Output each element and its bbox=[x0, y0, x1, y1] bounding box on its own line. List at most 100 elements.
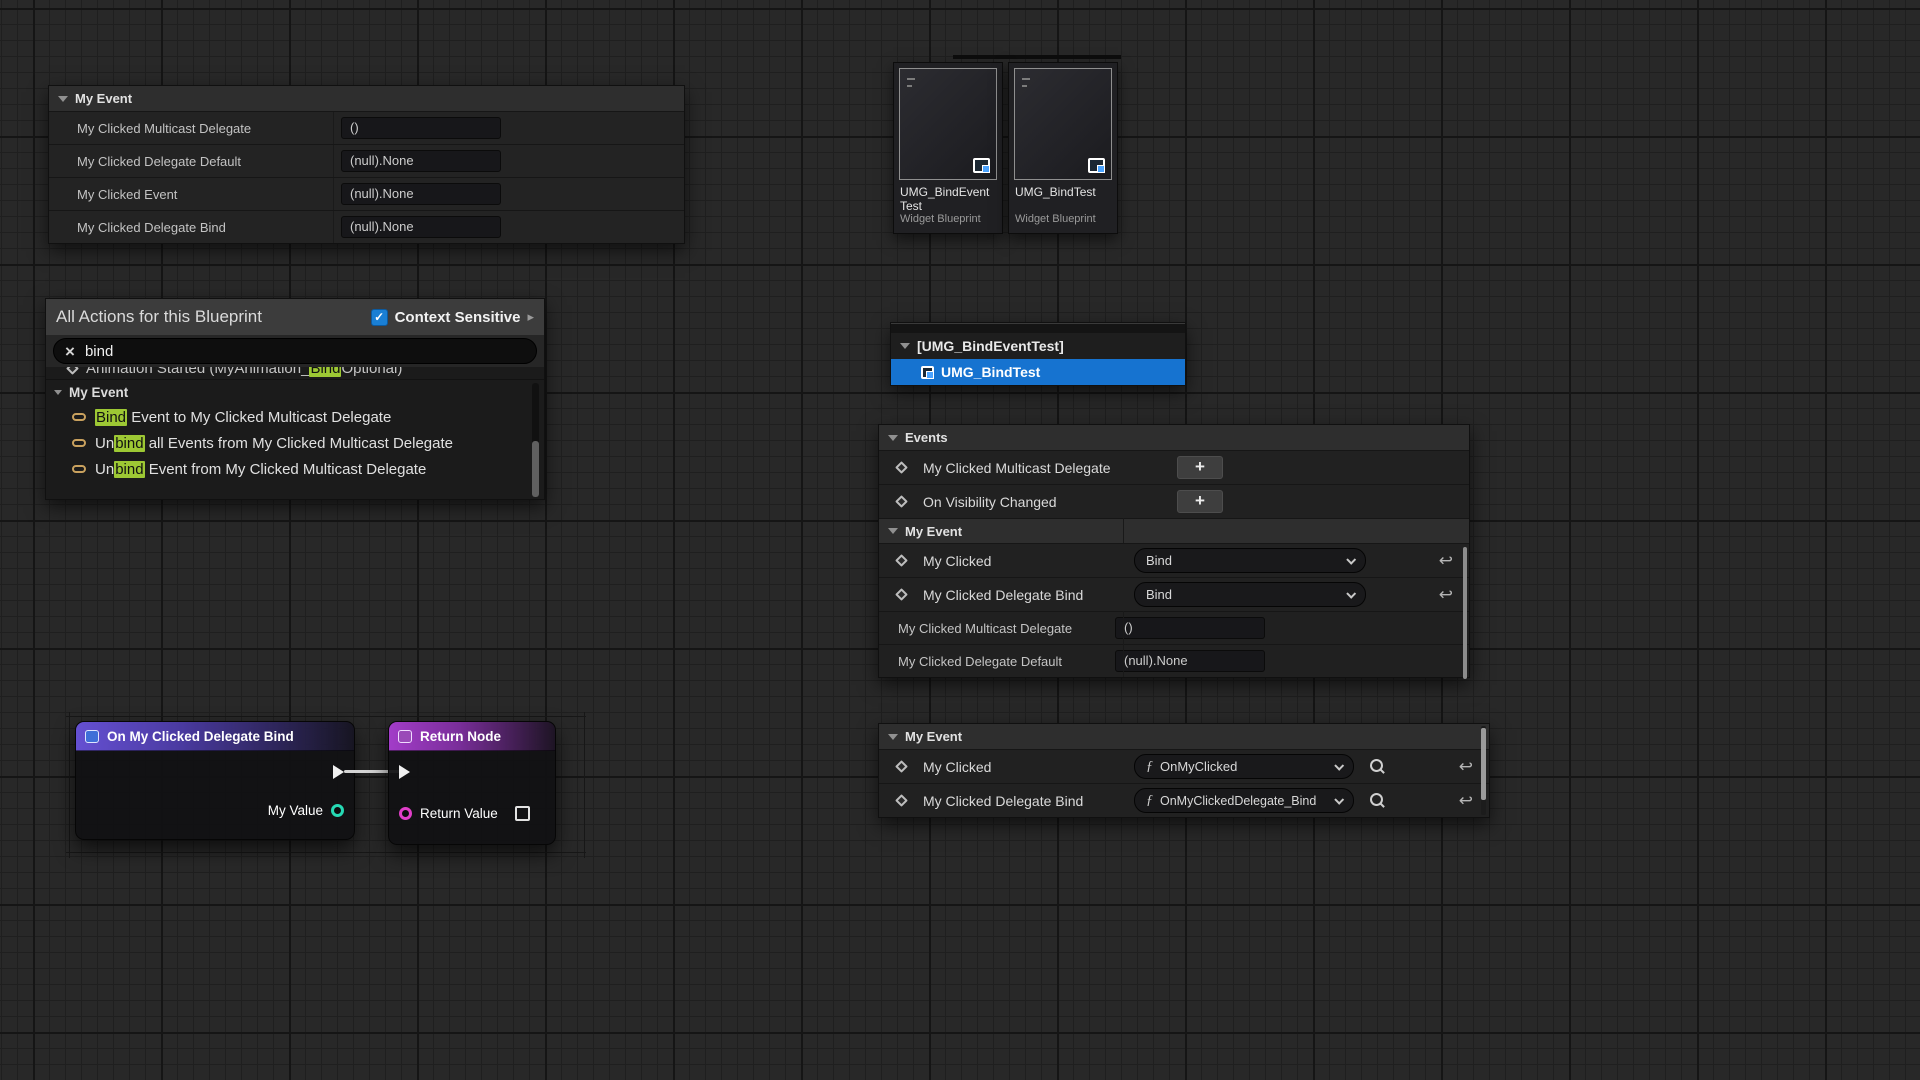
event-row: My Clicked Multicast Delegate + bbox=[879, 450, 1469, 484]
property-label: My Clicked Multicast Delegate bbox=[879, 621, 1115, 636]
bound-function-dropdown[interactable]: ƒ OnMyClicked bbox=[1134, 754, 1354, 779]
asset-type: Widget Blueprint bbox=[894, 213, 1002, 233]
asset-type: Widget Blueprint bbox=[1009, 213, 1117, 233]
property-value-field[interactable]: (null).None bbox=[341, 150, 501, 172]
grid-guide-line bbox=[584, 712, 585, 858]
node-on-my-clicked-delegate-bind[interactable]: On My Clicked Delegate Bind My Value bbox=[75, 721, 355, 840]
node-return-node[interactable]: Return Node Return Value bbox=[388, 721, 556, 845]
bound-event-row: My Clicked ƒ OnMyClicked ↩ bbox=[879, 749, 1489, 783]
return-value-input-pin[interactable] bbox=[399, 807, 412, 820]
action-item-bind-event[interactable]: Bind Event to My Clicked Multicast Deleg… bbox=[46, 404, 544, 430]
browse-to-function-icon[interactable] bbox=[1370, 759, 1386, 775]
search-query-text: bind bbox=[85, 343, 113, 360]
event-label: On Visibility Changed bbox=[923, 494, 1177, 510]
property-label: My Clicked Delegate Bind bbox=[49, 220, 333, 235]
scrollbar-thumb[interactable] bbox=[532, 441, 539, 497]
collapse-arrow-icon bbox=[888, 435, 898, 441]
clipped-list-item[interactable]: Animation Started (MyAnimation_BindOptio… bbox=[46, 367, 544, 380]
property-value-field[interactable]: (null).None bbox=[1115, 650, 1265, 672]
delegate-pin-icon bbox=[72, 439, 86, 447]
reset-to-default-icon[interactable]: ↩ bbox=[1439, 586, 1453, 603]
clear-search-icon[interactable]: × bbox=[65, 343, 75, 360]
event-delegate-icon bbox=[895, 760, 908, 773]
reset-to-default-icon[interactable]: ↩ bbox=[1439, 552, 1453, 569]
popup-title-bar: All Actions for this Blueprint ✓ Context… bbox=[46, 299, 544, 335]
bind-dropdown[interactable]: Bind bbox=[1134, 582, 1366, 607]
grid-guide-line bbox=[69, 712, 70, 858]
exec-output-pin[interactable] bbox=[333, 765, 344, 779]
browse-to-function-icon[interactable] bbox=[1370, 793, 1386, 809]
widget-blueprint-icon bbox=[1088, 158, 1105, 173]
thumbnail-detail-mark bbox=[1022, 85, 1027, 87]
collapse-arrow-icon bbox=[900, 343, 910, 349]
add-event-button[interactable]: + bbox=[1177, 456, 1223, 479]
thumbnail-detail-mark bbox=[1022, 78, 1030, 80]
clipped-tree-row bbox=[891, 323, 1185, 333]
pin-label: Return Value bbox=[420, 806, 498, 821]
property-label: My Clicked bbox=[923, 553, 1134, 569]
category-header-my-event[interactable]: My Event bbox=[879, 518, 1469, 543]
property-row: My Clicked Delegate Default (null).None bbox=[49, 144, 684, 177]
actions-category-my-event[interactable]: My Event bbox=[46, 380, 544, 404]
category-title: My Event bbox=[905, 729, 962, 744]
asset-card-umg-bindeventtest[interactable]: UMG_BindEventTest Widget Blueprint bbox=[893, 62, 1003, 234]
action-item-unbind-event[interactable]: Unbind Event from My Clicked Multicast D… bbox=[46, 456, 544, 482]
event-label: My Clicked Multicast Delegate bbox=[923, 460, 1177, 476]
widget-blueprint-icon bbox=[921, 366, 934, 379]
reset-to-default-icon[interactable]: ↩ bbox=[1459, 792, 1473, 809]
asset-thumbnail[interactable] bbox=[1014, 68, 1112, 180]
scrollbar-track[interactable] bbox=[532, 383, 539, 496]
asset-name: UMG_BindEventTest bbox=[894, 182, 1002, 213]
property-row: My Clicked Multicast Delegate () bbox=[49, 111, 684, 144]
delegate-pin-icon bbox=[72, 413, 86, 421]
pin-label: My Value bbox=[268, 803, 323, 818]
bound-function-dropdown[interactable]: ƒ OnMyClickedDelegate_Bind bbox=[1134, 788, 1354, 813]
event-row: On Visibility Changed + bbox=[879, 484, 1469, 518]
add-event-button[interactable]: + bbox=[1177, 490, 1223, 513]
bind-dropdown[interactable]: Bind bbox=[1134, 548, 1366, 573]
exec-input-pin[interactable] bbox=[399, 765, 410, 779]
property-label: My Clicked bbox=[923, 759, 1134, 775]
tree-item-selected[interactable]: UMG_BindTest bbox=[891, 359, 1185, 385]
dropdown-value: OnMyClickedDelegate_Bind bbox=[1160, 794, 1316, 808]
property-row: My Clicked Event (null).None bbox=[49, 177, 684, 210]
property-label: My Clicked Delegate Bind bbox=[923, 587, 1134, 603]
property-label: My Clicked Delegate Bind bbox=[923, 793, 1134, 809]
my-value-output-pin[interactable] bbox=[331, 804, 344, 817]
node-header[interactable]: On My Clicked Delegate Bind bbox=[76, 722, 354, 751]
reset-to-default-icon[interactable]: ↩ bbox=[1459, 758, 1473, 775]
category-header-my-event[interactable]: My Event bbox=[879, 724, 1489, 749]
action-item-unbind-all-events[interactable]: Unbind all Events from My Clicked Multic… bbox=[46, 430, 544, 456]
property-value-field[interactable]: (null).None bbox=[341, 183, 501, 205]
asset-thumbnail[interactable] bbox=[899, 68, 997, 180]
property-value-field[interactable]: () bbox=[1115, 617, 1265, 639]
scrollbar-thumb[interactable] bbox=[1481, 728, 1486, 800]
actions-category-label: My Event bbox=[69, 385, 128, 400]
asset-card-umg-bindtest[interactable]: UMG_BindTest Widget Blueprint bbox=[1008, 62, 1118, 234]
details-panel-events: Events My Clicked Multicast Delegate + O… bbox=[878, 424, 1470, 678]
dropdown-value: Bind bbox=[1146, 553, 1172, 568]
tree-root-label: [UMG_BindEventTest] bbox=[917, 338, 1064, 354]
collapse-arrow-icon bbox=[54, 390, 62, 395]
details-panel-my-event-bound: My Event My Clicked ƒ OnMyClicked ↩ My C… bbox=[878, 723, 1490, 818]
category-title: Events bbox=[905, 430, 948, 445]
node-title: On My Clicked Delegate Bind bbox=[107, 729, 294, 744]
search-input[interactable]: × bind bbox=[53, 338, 537, 364]
chevron-right-icon[interactable]: ▸ bbox=[527, 309, 534, 325]
collapse-arrow-icon bbox=[58, 96, 68, 102]
category-header-my-event[interactable]: My Event bbox=[49, 86, 684, 111]
property-value-field[interactable]: (null).None bbox=[341, 216, 501, 238]
node-header[interactable]: Return Node bbox=[389, 722, 555, 751]
bound-event-row: My Clicked Delegate Bind ƒ OnMyClickedDe… bbox=[879, 783, 1489, 817]
scrollbar-track[interactable] bbox=[1481, 726, 1486, 815]
bool-default-checkbox[interactable] bbox=[515, 806, 530, 821]
context-sensitive-checkbox[interactable]: ✓ bbox=[371, 309, 388, 326]
event-node-icon bbox=[85, 730, 99, 743]
scrollbar-thumb[interactable] bbox=[1463, 547, 1467, 679]
action-item-label: Bind Event to My Clicked Multicast Deleg… bbox=[95, 409, 391, 426]
category-title: My Event bbox=[905, 524, 962, 539]
tree-item-root[interactable]: [UMG_BindEventTest] bbox=[891, 333, 1185, 359]
widget-hierarchy-panel: [UMG_BindEventTest] UMG_BindTest bbox=[890, 322, 1186, 386]
category-header-events[interactable]: Events bbox=[879, 425, 1469, 450]
property-value-field[interactable]: () bbox=[341, 117, 501, 139]
